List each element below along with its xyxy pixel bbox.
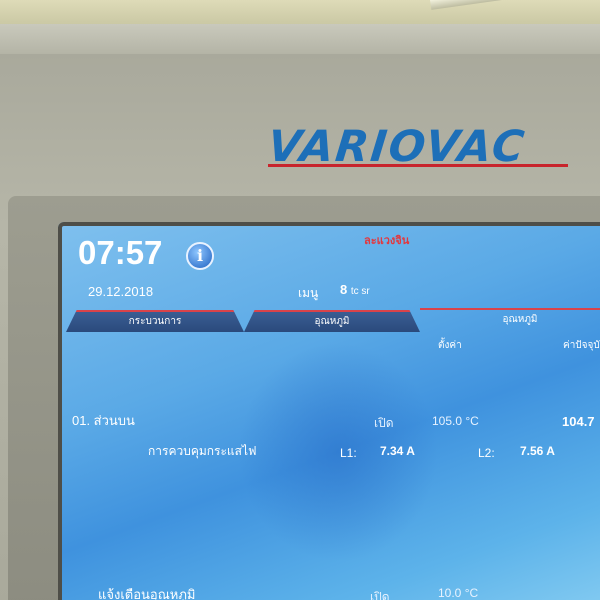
l1-value: 7.34 A bbox=[380, 444, 415, 458]
date: 29.12.2018 bbox=[88, 284, 154, 299]
alarm-label[interactable]: แจ้งเตือนอุณหภูมิ bbox=[98, 584, 196, 600]
menu-label: เมนู bbox=[298, 286, 319, 300]
tab-process[interactable]: กระบวนการ bbox=[66, 310, 244, 332]
zone-label[interactable]: 01. ส่วนบน bbox=[72, 410, 135, 431]
zone-set-value[interactable]: 105.0 °C bbox=[432, 414, 479, 428]
hmi-screen: 07:57 i ละแวงจิน 29.12.2018 เมนู 8 tc sr… bbox=[58, 222, 600, 600]
column-header-set: ตั้งค่า bbox=[438, 340, 462, 351]
tab-temperature[interactable]: อุณหภูมิ bbox=[244, 310, 420, 332]
current-control-label: การควบคุมกระแสไฟ bbox=[148, 444, 257, 458]
photo-scene: VARIOVAC 07:57 i ละแวงจิน 29.12.2018 เมน… bbox=[0, 0, 600, 600]
clock: 07:57 bbox=[78, 234, 163, 271]
l2-value: 7.56 A bbox=[520, 444, 555, 458]
l2-label: L2: bbox=[478, 446, 495, 460]
info-icon[interactable]: i bbox=[186, 242, 214, 270]
housing-top-edge bbox=[0, 24, 600, 54]
wall-background bbox=[0, 0, 600, 26]
column-header-actual: ค่าปัจจุบั bbox=[563, 340, 600, 351]
alarm-state[interactable]: เปิด bbox=[370, 588, 390, 600]
menu-value: 8 tc sr bbox=[340, 282, 370, 297]
logo-underline bbox=[268, 164, 568, 167]
status-text: ละแวงจิน bbox=[364, 235, 410, 247]
menu-number: 8 bbox=[340, 282, 348, 297]
zone-state[interactable]: เปิด bbox=[374, 414, 394, 433]
alarm-value[interactable]: 10.0 °C bbox=[438, 586, 478, 600]
menu-unit: tc sr bbox=[350, 286, 370, 297]
l1-label: L1: bbox=[340, 446, 357, 460]
zone-actual-value: 104.7 bbox=[562, 414, 595, 429]
tab-temperature-active[interactable]: อุณหภูมิ bbox=[420, 308, 600, 334]
